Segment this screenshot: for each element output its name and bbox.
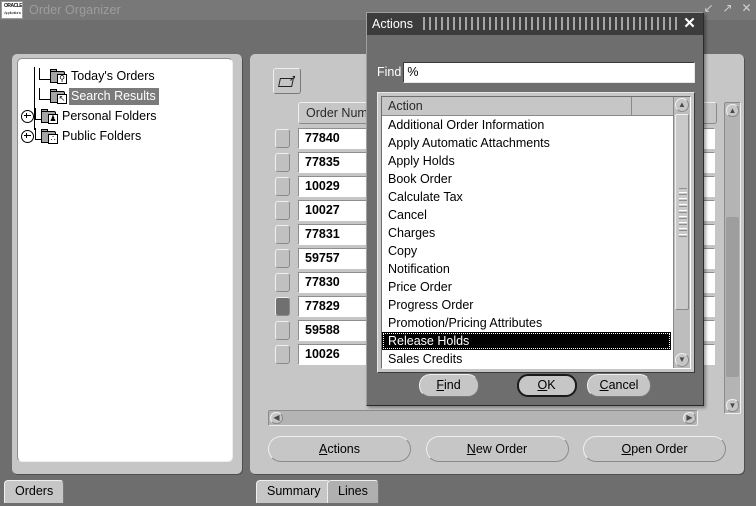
tree-item-label: Search Results (69, 88, 159, 105)
grid-vertical-scrollbar[interactable]: ▲ ▼ (724, 102, 741, 414)
list-item-selected[interactable]: Release Holds (382, 332, 671, 350)
dialog-close-icon[interactable]: ✕ (682, 16, 697, 31)
maximize-icon[interactable]: ↗ (721, 2, 734, 15)
record-indicator[interactable] (275, 320, 290, 340)
tree-elbow-line (39, 88, 50, 100)
actions-button[interactable]: Actions (268, 436, 411, 462)
tree-item-glyph: ↖ (57, 94, 67, 104)
record-indicator[interactable] (275, 176, 290, 196)
list-item[interactable]: Calculate Tax (382, 188, 673, 206)
record-indicator[interactable] (275, 248, 290, 268)
folder-people-icon: ∴ (41, 129, 58, 144)
cancel-button[interactable]: Cancel (586, 373, 652, 397)
dialog-drag-grip[interactable] (423, 17, 677, 30)
form-action-buttons: Actions New Order Open Order (268, 436, 726, 464)
record-indicator[interactable] (275, 200, 290, 220)
dialog-buttons: Find OK Cancel (367, 373, 703, 397)
dialog-titlebar[interactable]: Actions ✕ (367, 13, 703, 35)
tree-item-todays-orders[interactable]: ⚲ Today's Orders (26, 67, 158, 86)
record-indicator[interactable] (275, 152, 290, 172)
window-controls: ↙ ↗ ✕ (702, 2, 753, 15)
find-row: Find (377, 61, 695, 83)
tree-item-search-results[interactable]: ↖ Search Results (26, 87, 159, 106)
record-indicator[interactable] (275, 272, 290, 292)
tree-item-glyph: ♟ (48, 114, 58, 124)
list-item[interactable]: Cancel (382, 206, 673, 224)
action-list-header: Action (382, 97, 690, 116)
action-list[interactable]: Action Additional Order Information Appl… (381, 96, 691, 369)
scrollbar-thumb[interactable] (726, 217, 739, 377)
list-item[interactable]: Book Order (382, 170, 673, 188)
list-item[interactable]: Apply Holds (382, 152, 673, 170)
scroll-down-icon[interactable]: ▼ (675, 353, 689, 367)
folder-person-icon: ♟ (41, 109, 58, 124)
list-item[interactable]: Charges (382, 224, 673, 242)
scroll-right-icon[interactable]: ▶ (683, 412, 696, 424)
new-order-button[interactable]: New Order (425, 436, 569, 462)
tree-item-glyph: ⚲ (57, 74, 67, 84)
record-indicator[interactable] (275, 128, 290, 148)
find-button-label: ind (444, 377, 461, 392)
folder-search-icon: ⚲ (50, 69, 67, 84)
open-folder-icon: ➚ (278, 74, 297, 88)
tree-item-glyph: ∴ (48, 134, 58, 144)
action-list-frame: Action Additional Order Information Appl… (377, 92, 695, 373)
list-item[interactable]: Progress Order (382, 296, 673, 314)
scrollbar-thumb[interactable] (675, 114, 689, 310)
scroll-left-icon[interactable]: ◀ (270, 412, 283, 424)
actions-button-label: ctions (327, 442, 360, 456)
tree-item-label: Personal Folders (62, 109, 157, 123)
list-item[interactable]: Apply Automatic Attachments (382, 134, 673, 152)
navigator-panel: ⚲ Today's Orders ↖ Search Results ♟ Pers… (12, 54, 242, 474)
tree-item-public-folders[interactable]: ∴ Public Folders (21, 127, 144, 146)
scroll-up-icon[interactable]: ▲ (726, 104, 739, 117)
find-input[interactable] (403, 61, 695, 83)
folder-arrow-icon: ↖ (50, 89, 67, 104)
oracle-applications-logo-icon: ORACLE Applications (1, 1, 23, 19)
grid-horizontal-scrollbar[interactable]: ◀ ▶ (268, 410, 698, 426)
open-order-button-label: pen Order (631, 442, 688, 456)
tree-item-label: Today's Orders (71, 69, 155, 83)
open-folder-button[interactable]: ➚ (273, 68, 301, 94)
list-item[interactable]: Additional Order Information (382, 116, 673, 134)
cancel-button-label: ancel (608, 377, 639, 392)
tree-expander-icon[interactable] (21, 130, 34, 143)
tree-elbow-line (39, 68, 50, 80)
action-list-items[interactable]: Additional Order Information Apply Autom… (382, 116, 673, 368)
column-header-action[interactable]: Action (382, 97, 632, 115)
tab-orders[interactable]: Orders (4, 480, 65, 503)
record-indicator[interactable] (275, 224, 290, 244)
tree-item-personal-folders[interactable]: ♟ Personal Folders (21, 107, 160, 126)
close-icon[interactable]: ✕ (740, 2, 753, 15)
logo-line-1: ORACLE (4, 3, 23, 9)
list-item[interactable]: Price Order (382, 278, 673, 296)
action-list-scrollbar[interactable]: ▲ ▼ (673, 97, 690, 368)
record-indicator[interactable] (275, 344, 290, 364)
tree-item-label: Public Folders (62, 129, 142, 143)
list-item[interactable]: Notification (382, 260, 673, 278)
tab-lines[interactable]: Lines (327, 480, 379, 503)
logo-line-2: Applications (4, 10, 21, 15)
new-order-button-label: ew Order (475, 442, 528, 456)
window-title: Order Organizer (29, 3, 121, 17)
actions-dialog: Actions ✕ Find Action Additional Order I… (366, 12, 704, 406)
list-item[interactable]: Copy (382, 242, 673, 260)
ok-button-label: K (547, 377, 556, 392)
scroll-up-icon[interactable]: ▲ (675, 98, 689, 112)
ok-button[interactable]: OK (516, 373, 577, 397)
record-indicator-current[interactable] (275, 296, 290, 316)
list-item[interactable]: Sales Credits (382, 350, 673, 368)
find-button[interactable]: Find (418, 373, 479, 397)
bottom-tab-bar: Orders Summary Lines (0, 477, 756, 506)
scroll-down-icon[interactable]: ▼ (726, 399, 739, 412)
find-label: Find (377, 65, 402, 79)
list-item[interactable]: Promotion/Pricing Attributes (382, 314, 673, 332)
folder-tree[interactable]: ⚲ Today's Orders ↖ Search Results ♟ Pers… (17, 58, 233, 462)
open-order-button[interactable]: Open Order (583, 436, 726, 462)
dialog-title: Actions (372, 17, 413, 31)
tab-summary[interactable]: Summary (256, 480, 332, 503)
tree-expander-icon[interactable] (21, 110, 34, 123)
scrollbar-grip-icon (679, 187, 687, 237)
